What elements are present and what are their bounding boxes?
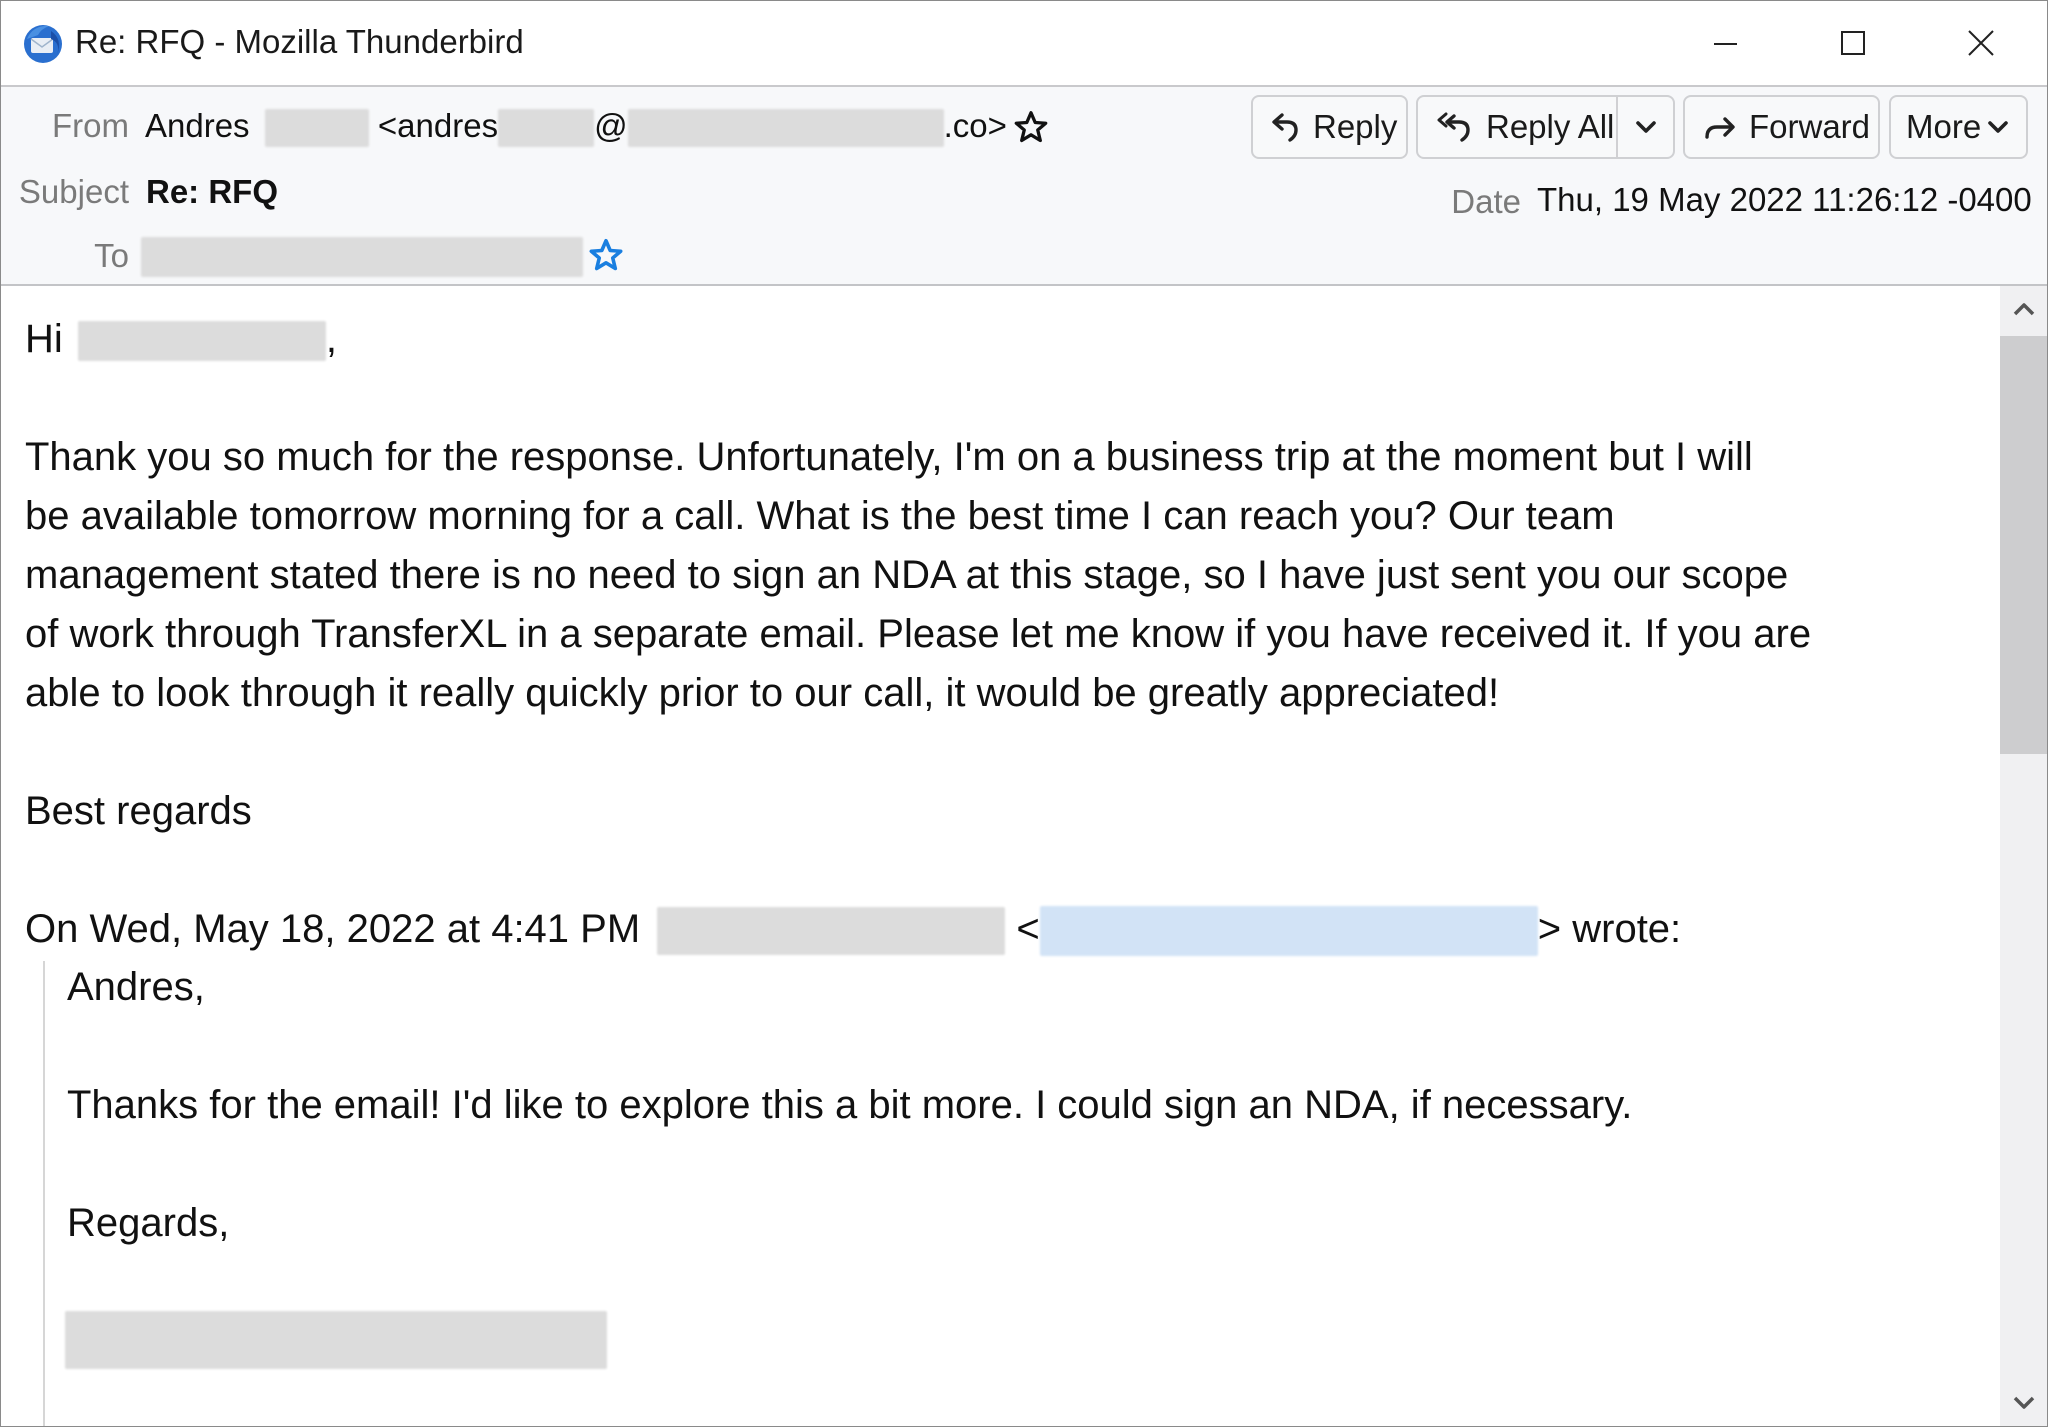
blockquote-border — [43, 961, 45, 1426]
close-icon — [1968, 30, 1994, 56]
redacted-email-user — [498, 109, 595, 148]
signoff: Best regards — [25, 789, 252, 833]
redacted-surname — [264, 109, 369, 148]
more-label: More — [1906, 108, 1982, 145]
from-email-prefix: <andres — [377, 107, 499, 144]
quoted-closing: Regards, — [67, 1201, 230, 1245]
redacted-recipient[interactable] — [141, 237, 583, 277]
quote-header: On Wed, May 18, 2022 at 4:41 PM < > wrote… — [25, 900, 1681, 959]
star-icon[interactable] — [1013, 109, 1049, 145]
body-line-3: management stated there is no need to si… — [25, 553, 1789, 597]
date-label: Date — [1451, 183, 1521, 220]
body-line-1: Thank you so much for the response. Unfo… — [25, 435, 1753, 479]
reply-all-dropdown[interactable] — [1616, 97, 1673, 157]
reply-button[interactable]: Reply — [1251, 95, 1408, 159]
reply-all-label: Reply All — [1486, 108, 1615, 145]
redacted-email-domain — [627, 109, 944, 148]
vertical-scrollbar[interactable] — [2000, 286, 2047, 1426]
from-value[interactable]: Andres <andres @ .co> — [145, 107, 1007, 148]
forward-label: Forward — [1749, 108, 1871, 145]
quoted-line: Thanks for the email! I'd like to explor… — [67, 1083, 1633, 1127]
scroll-up-button[interactable] — [2000, 286, 2047, 332]
minimize-icon — [1714, 43, 1737, 45]
thunderbird-logo-icon — [24, 25, 62, 63]
forward-icon — [1703, 113, 1737, 141]
subject-value: Re: RFQ — [146, 173, 278, 210]
title-bar: Re: RFQ - Mozilla Thunderbird — [1, 1, 2047, 87]
thunderbird-message-window: Re: RFQ - Mozilla Thunderbird From Andre… — [0, 0, 2048, 1427]
minimize-button[interactable] — [1695, 15, 1755, 71]
subject-label: Subject — [18, 173, 129, 210]
reply-all-icon — [1436, 111, 1474, 143]
star-icon-recipient[interactable] — [588, 237, 624, 273]
quote-header-suffix: > wrote: — [1537, 907, 1682, 951]
quoted-salutation: Andres, — [67, 965, 205, 1009]
to-label: To — [94, 237, 129, 274]
from-email-suffix: .co> — [943, 107, 1007, 144]
body-line-2: be available tomorrow morning for a call… — [25, 494, 1615, 538]
forward-button[interactable]: Forward — [1683, 95, 1880, 159]
chevron-down-icon — [1987, 119, 2009, 135]
redacted-quoted-sender-name — [657, 907, 1006, 956]
scroll-thumb[interactable] — [2000, 336, 2047, 754]
reply-all-button[interactable]: Reply All — [1416, 95, 1675, 159]
from-label: From — [52, 107, 129, 144]
greeting-comma: , — [325, 317, 338, 361]
reply-label: Reply — [1313, 108, 1398, 145]
maximize-icon — [1841, 31, 1865, 55]
greeting: Hi , — [25, 310, 337, 369]
from-name: Andres — [145, 107, 250, 144]
redacted-quoted-sender-email-link[interactable] — [1039, 906, 1538, 957]
date-value: Thu, 19 May 2022 11:26:12 -0400 — [1537, 181, 2032, 218]
scroll-down-button[interactable] — [2000, 1380, 2047, 1426]
maximize-button[interactable] — [1823, 15, 1883, 71]
chevron-down-icon — [1635, 121, 1656, 133]
message-header: From Andres <andres @ .co> Subject Re: RFQ… — [1, 87, 2047, 286]
redacted-quoted-signature — [65, 1311, 607, 1369]
window-title: Re: RFQ - Mozilla Thunderbird — [75, 23, 524, 60]
quote-header-lt: < — [1016, 907, 1040, 951]
redacted-recipient-name — [77, 321, 326, 362]
more-button[interactable]: More — [1889, 95, 2028, 159]
chevron-up-icon — [2013, 303, 2034, 316]
body-line-5: able to look through it really quickly p… — [25, 671, 1500, 715]
message-body: Hi , Thank you so much for the response.… — [1, 286, 1999, 1426]
reply-icon — [1271, 111, 1301, 143]
close-button[interactable] — [1951, 15, 2011, 71]
chevron-down-icon — [2013, 1396, 2034, 1409]
greeting-text: Hi — [25, 317, 63, 361]
quote-header-text: On Wed, May 18, 2022 at 4:41 PM — [25, 907, 641, 951]
body-line-4: of work through TransferXL in a separate… — [25, 612, 1812, 656]
from-email-at: @ — [594, 107, 628, 144]
